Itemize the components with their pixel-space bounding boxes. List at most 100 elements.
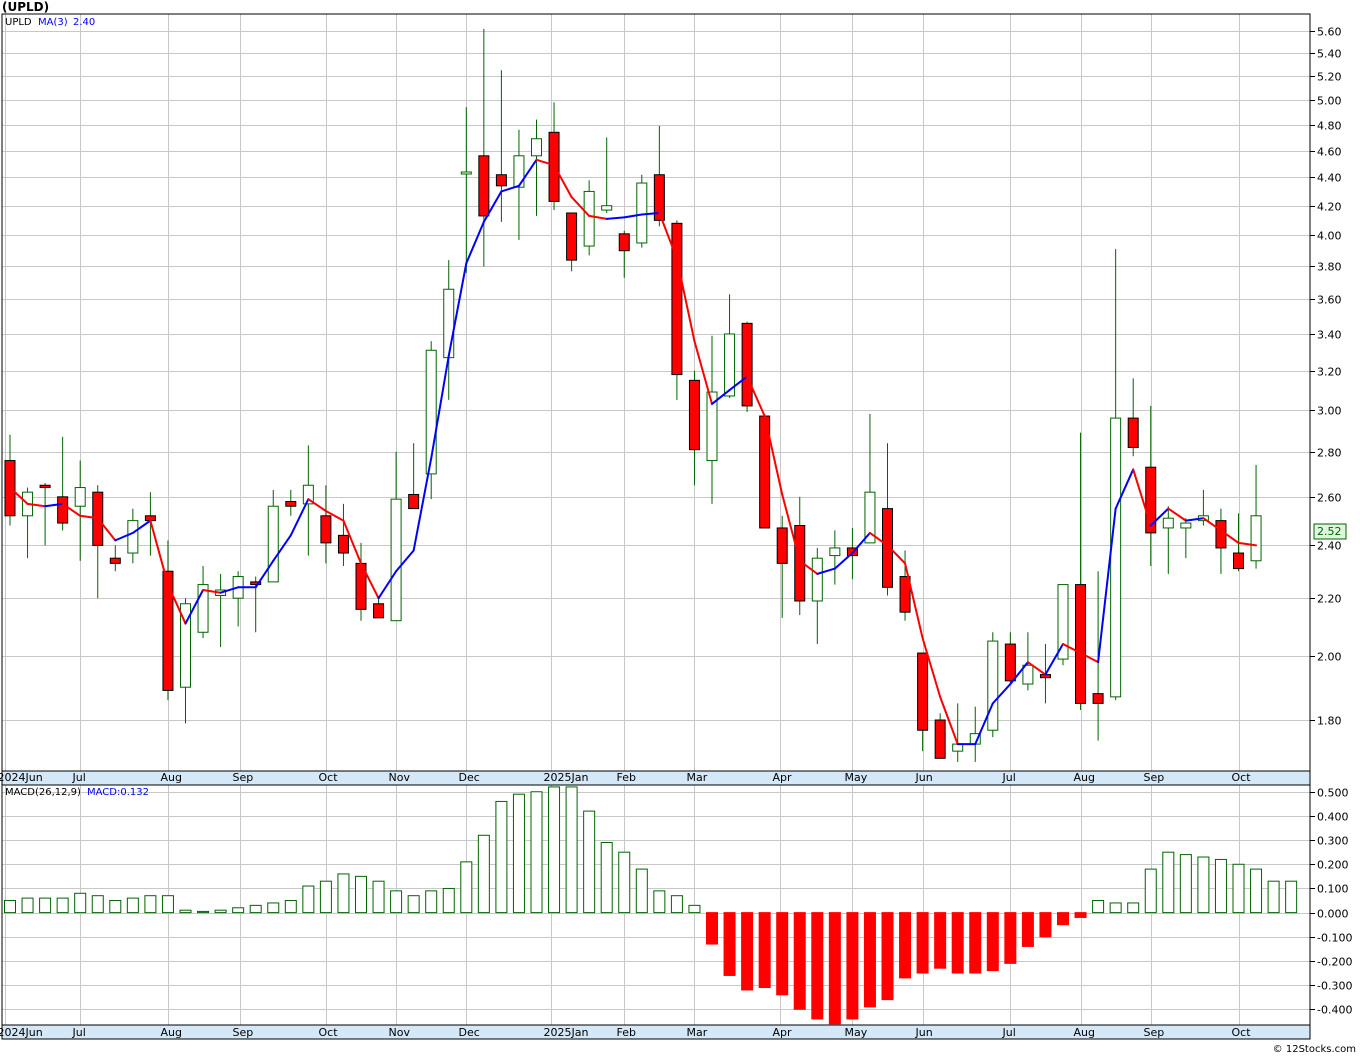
candle-body	[636, 182, 648, 244]
macd-bar-negative	[1039, 912, 1052, 938]
candle-body	[1127, 417, 1139, 449]
macd-bar-negative	[1004, 912, 1017, 964]
candle-body	[987, 640, 999, 731]
macd-bar-positive	[477, 834, 490, 914]
macd-bar-positive	[91, 895, 104, 914]
macd-bar-negative	[951, 912, 964, 974]
macd-bar-positive	[109, 900, 122, 914]
macd-bar-negative	[986, 912, 999, 972]
macd-bar-positive	[249, 904, 262, 914]
candle-body	[1233, 552, 1244, 570]
macd-bar-positive	[232, 907, 245, 914]
candle-body	[688, 379, 700, 451]
macd-bar-negative	[899, 912, 912, 979]
macd-y-tick-label: 0.100	[1317, 883, 1349, 896]
macd-x-tick-label: Oct	[319, 1026, 339, 1039]
macd-bar-positive	[214, 909, 227, 914]
macd-x-tick-label: 2025Jan	[544, 1026, 589, 1039]
macd-bar-positive	[372, 880, 385, 914]
macd-bar-positive	[161, 895, 174, 914]
price-y-tick-label: 4.20	[1317, 201, 1342, 214]
price-x-tick-label: 2024Jun	[0, 771, 43, 784]
macd-bar-positive	[56, 897, 69, 914]
macd-y-tick-label: 0.400	[1317, 811, 1349, 824]
macd-bar-positive	[635, 868, 648, 914]
price-x-tick-label: Feb	[617, 771, 636, 784]
price-x-tick-label: 2025Jan	[544, 771, 589, 784]
macd-bar-positive	[355, 875, 367, 914]
candle-body	[917, 652, 929, 731]
price-x-tick-label: Oct	[319, 771, 339, 784]
price-x-tick-label: Jul	[72, 771, 86, 784]
macd-x-tick-label: Feb	[617, 1026, 636, 1039]
candle-body	[776, 527, 788, 564]
price-legend-ma-label: MA(3)	[38, 17, 68, 28]
macd-bar-positive	[1232, 863, 1245, 914]
macd-bar-negative	[758, 912, 771, 989]
candle-up	[1057, 584, 1069, 666]
candle-body	[57, 496, 69, 524]
candle-body	[460, 171, 472, 175]
candle-body	[39, 484, 51, 489]
macd-bar-positive	[688, 904, 701, 914]
macd-bar-negative	[741, 912, 754, 991]
price-x-tick-label: Oct	[1232, 771, 1252, 784]
price-x-tick-label: Sep	[1144, 771, 1165, 784]
macd-y-tick-label: 0.200	[1317, 859, 1349, 872]
macd-bar-positive	[21, 897, 34, 914]
macd-x-tick-label: Jul	[1002, 1026, 1016, 1039]
macd-bar-positive	[126, 897, 139, 914]
candle-body	[408, 493, 420, 510]
candle-body	[162, 570, 174, 691]
candle-body	[1057, 584, 1069, 660]
macd-bar-positive	[583, 810, 596, 914]
macd-bar-negative	[863, 912, 876, 1008]
macd-bar-positive	[565, 786, 578, 914]
macd-bar-positive	[144, 895, 157, 914]
price-y-tick-label: 4.80	[1317, 120, 1342, 133]
macd-bar-negative	[934, 912, 947, 969]
macd-bar-positive	[1250, 868, 1263, 914]
price-x-tick-label: Apr	[773, 771, 793, 784]
macd-bar-positive	[1285, 880, 1298, 914]
candle-body	[513, 155, 525, 188]
macd-legend-value: MACD:0.132	[87, 787, 149, 798]
macd-y-tick-label: 0.000	[1317, 908, 1349, 921]
price-x-tick-label: Nov	[389, 771, 411, 784]
price-legend-symbol: UPLD	[5, 17, 32, 28]
macd-bar-negative	[1021, 912, 1034, 947]
candle-body	[1250, 515, 1262, 562]
candle-body	[829, 547, 841, 557]
macd-y-tick-label: -0.300	[1317, 980, 1352, 993]
macd-y-tick-label: 0.500	[1317, 787, 1349, 800]
candle-body	[934, 719, 946, 759]
price-y-tick-label: 2.00	[1317, 651, 1342, 664]
macd-y-tick-label: -0.400	[1317, 1004, 1352, 1017]
price-legend-ma-value: 2.40	[73, 17, 95, 28]
macd-bar-negative	[776, 912, 789, 996]
macd-bar-positive	[74, 892, 87, 914]
macd-bar-negative	[846, 912, 859, 1020]
macd-bar-positive	[197, 910, 210, 914]
macd-bar-positive	[267, 902, 280, 914]
macd-bar-positive	[618, 851, 631, 914]
macd-bar-positive	[442, 887, 455, 914]
price-y-tick-label: 3.00	[1317, 405, 1342, 418]
copyright-footer: © 12Stocks.com	[1273, 1044, 1356, 1055]
macd-x-tick-label: Aug	[161, 1026, 182, 1039]
price-x-tick-label: Jul	[1002, 771, 1016, 784]
macd-bar-negative	[969, 912, 982, 974]
candle-body	[373, 603, 385, 619]
macd-bar-positive	[1109, 902, 1122, 914]
macd-x-tick-label: Jun	[915, 1026, 933, 1039]
candle-body	[285, 501, 297, 507]
macd-y-tick-label: -0.100	[1317, 932, 1352, 945]
candle-body	[811, 557, 823, 602]
macd-bar-positive	[302, 885, 315, 914]
macd-bar-positive	[179, 909, 192, 914]
macd-x-tick-label: 2024Jun	[0, 1026, 43, 1039]
macd-x-tick-label: Mar	[687, 1026, 708, 1039]
macd-bar-negative	[811, 912, 824, 1020]
price-y-tick-label: 1.80	[1317, 715, 1342, 728]
candle-body	[127, 520, 139, 554]
